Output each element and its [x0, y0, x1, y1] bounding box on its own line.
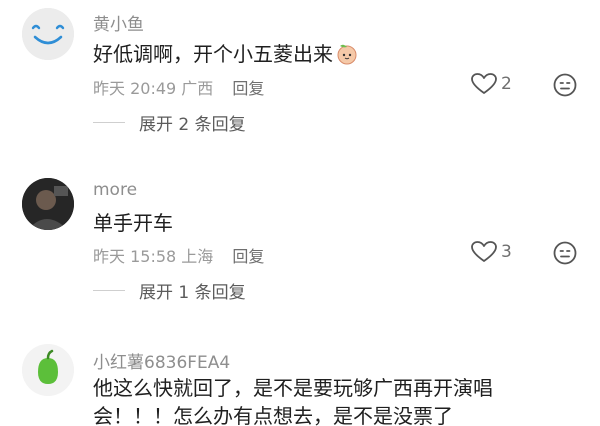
expand-replies-button[interactable]: 展开 1 条回复 — [93, 278, 246, 303]
heart-icon — [471, 241, 497, 262]
comment-meta: 昨天 15:58 上海 回复 — [93, 243, 264, 267]
divider-line — [93, 122, 125, 123]
divider-line — [93, 290, 125, 291]
reply-button[interactable]: 回复 — [232, 247, 264, 266]
comment-item: more 单手开车 昨天 15:58 上海 回复 3 展开 1 条回复 — [0, 168, 600, 318]
person-photo-avatar-icon — [22, 178, 74, 230]
comment-date: 昨天 20:49 — [93, 79, 177, 98]
heart-icon — [471, 73, 497, 94]
expand-replies-label: 展开 2 条回复 — [139, 115, 246, 135]
username[interactable]: more — [93, 180, 137, 200]
comment-text-line-2: 会！！！怎么办有点想去，是不是没票了 — [93, 404, 453, 426]
avatar[interactable] — [22, 344, 74, 396]
like-button[interactable]: 3 — [471, 241, 512, 263]
comment-date: 昨天 15:58 — [93, 247, 177, 266]
like-count: 3 — [501, 242, 512, 262]
frown-face-icon — [553, 241, 577, 265]
dislike-button[interactable] — [553, 73, 577, 101]
expand-replies-label: 展开 1 条回复 — [139, 283, 246, 303]
comment-text-content: 好低调啊，开个小五菱出来 — [93, 42, 333, 66]
comment-text-line-2-clip: 会！！！怎么办有点想去，是不是没票了 — [93, 402, 593, 426]
comment-meta: 昨天 20:49 广西 回复 — [93, 75, 264, 99]
frown-face-icon — [553, 73, 577, 97]
username[interactable]: 小红薯6836FEA4 — [93, 348, 230, 373]
avatar[interactable] — [22, 8, 74, 60]
comment-text: 单手开车 — [93, 211, 173, 235]
dislike-button[interactable] — [553, 241, 577, 269]
comment-text: 好低调啊，开个小五菱出来 — [93, 40, 359, 68]
comment-item: 黄小鱼 好低调啊，开个小五菱出来 昨天 20:49 广西 回复 2 展开 2 条… — [0, 0, 600, 150]
expand-replies-button[interactable]: 展开 2 条回复 — [93, 110, 246, 135]
like-count: 2 — [501, 74, 512, 94]
peach-emoji-icon — [337, 44, 357, 65]
reply-button[interactable]: 回复 — [232, 79, 264, 98]
avatar[interactable] — [22, 178, 74, 230]
like-button[interactable]: 2 — [471, 73, 512, 95]
username[interactable]: 黄小鱼 — [93, 10, 144, 35]
green-pepper-avatar-icon — [22, 344, 74, 396]
comment-text-line-1: 他这么快就回了，是不是要玩够广西再开演唱 — [93, 376, 493, 400]
smiley-avatar-icon — [22, 8, 74, 60]
comment-location: 广西 — [181, 79, 214, 98]
comment-location: 上海 — [181, 247, 214, 266]
